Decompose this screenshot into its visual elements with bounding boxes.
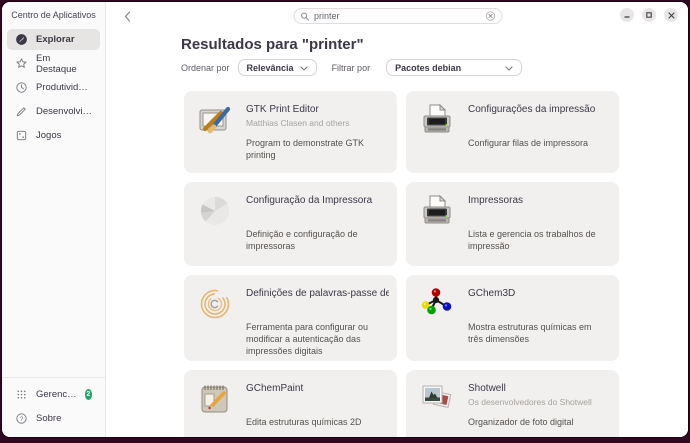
- filter-dropdown[interactable]: Pacotes debian: [386, 59, 523, 76]
- chevron-down-icon: [505, 63, 513, 73]
- app-title: Shotwell: [468, 383, 506, 394]
- sidebar-item-label: Em Destaque: [36, 52, 77, 75]
- sort-label: Ordenar por: [181, 62, 230, 73]
- pencil-icon: [15, 105, 28, 118]
- app-description: Definição e configuração de impressoras: [246, 229, 358, 252]
- sidebar-nav: Explorar Em Destaque Produtivid… Desenvo…: [7, 29, 100, 149]
- sort-value: Relevância: [246, 62, 294, 73]
- app-description: Edita estruturas químicas 2D: [246, 417, 362, 427]
- maximize-button[interactable]: [642, 8, 656, 22]
- sidebar-item-label: Gerenc…: [36, 389, 77, 400]
- app-card[interactable]: Shotwell Os desenvolvedores do Shotwell …: [406, 370, 619, 437]
- app-card[interactable]: Definições de palavras-passe de impres… …: [184, 275, 397, 361]
- pie-placeholder-icon: [197, 193, 233, 229]
- molecule-icon: [419, 286, 455, 322]
- window-controls: [620, 8, 678, 22]
- search-icon: [300, 12, 309, 21]
- app-window: Centro de Aplicativos Explorar Em Destaq…: [2, 2, 688, 437]
- sidebar-item-explore[interactable]: Explorar: [7, 29, 100, 50]
- app-description: Program to demonstrate GTK printing: [246, 138, 365, 161]
- sidebar-item-games[interactable]: Jogos: [7, 125, 100, 146]
- minimize-button[interactable]: [620, 8, 634, 22]
- page-title: Resultados para "printer": [181, 36, 364, 53]
- app-description: Lista e gerencia os trabalhos de impress…: [468, 229, 596, 252]
- app-developer: Matthias Clasen and others: [246, 118, 350, 128]
- app-description: Mostra estruturas químicas em três dimen…: [468, 322, 592, 345]
- back-button[interactable]: [119, 8, 135, 24]
- sidebar-item-label: Produtivid…: [36, 82, 88, 93]
- explore-icon: [15, 33, 28, 46]
- printer-icon: [419, 102, 455, 138]
- clear-search-icon[interactable]: [485, 11, 495, 21]
- sort-dropdown[interactable]: Relevância: [237, 59, 317, 76]
- sidebar-item-featured[interactable]: Em Destaque: [7, 52, 100, 75]
- app-title: Definições de palavras-passe de impres…: [246, 288, 389, 299]
- app-card[interactable]: Configuração da Impressora Definição e c…: [184, 182, 397, 266]
- fingerprint-icon: [197, 286, 233, 322]
- svg-text:?: ?: [20, 416, 24, 423]
- app-title: Centro de Aplicativos: [11, 10, 96, 20]
- app-card[interactable]: GChemPaint Edita estruturas químicas 2D: [184, 370, 397, 437]
- sidebar-item-label: Desenvolvi…: [36, 106, 92, 117]
- filter-label: Filtrar por: [331, 62, 371, 73]
- app-developer: Os desenvolvedores do Shotwell: [468, 397, 592, 407]
- grid-icon: [15, 388, 28, 401]
- printer-icon: [419, 193, 455, 229]
- sidebar-footer: Gerenc… 2 ? Sobre: [2, 377, 105, 437]
- app-title: GChem3D: [468, 288, 516, 299]
- main-pane: Resultados para "printer" Ordenar por Re…: [107, 2, 688, 437]
- print-editor-icon: [197, 102, 233, 138]
- app-card[interactable]: Impressoras Lista e gerencia os trabalho…: [406, 182, 619, 266]
- games-icon: [15, 129, 28, 142]
- sidebar-item-label: Jogos: [36, 130, 62, 141]
- close-button[interactable]: [664, 8, 678, 22]
- photos-icon: [419, 381, 455, 417]
- app-description: Ferramenta para configurar ou modificar …: [246, 322, 369, 357]
- app-description: Configurar filas de impressora: [468, 138, 589, 148]
- search-input[interactable]: [314, 11, 480, 21]
- sidebar-item-development[interactable]: Desenvolvi…: [7, 101, 100, 122]
- star-icon: [15, 57, 28, 70]
- help-icon: ?: [15, 412, 28, 425]
- app-title: GChemPaint: [246, 383, 304, 394]
- filter-value: Pacotes debian: [395, 62, 462, 73]
- sidebar-item-label: Sobre: [36, 413, 62, 424]
- search-bar[interactable]: [293, 8, 502, 24]
- app-title: Impressoras: [468, 195, 524, 206]
- sidebar-item-manage[interactable]: Gerenc… 2: [7, 384, 100, 405]
- app-title: Configuração da Impressora: [246, 195, 373, 206]
- sidebar-item-about[interactable]: ? Sobre: [7, 408, 100, 429]
- chevron-down-icon: [300, 63, 308, 73]
- results-grid: GTK Print Editor Matthias Clasen and oth…: [184, 91, 619, 437]
- update-count-badge: 2: [84, 389, 92, 400]
- app-title: GTK Print Editor: [246, 104, 319, 115]
- app-card[interactable]: Configurações da impressão Configurar fi…: [406, 91, 619, 173]
- sidebar: Centro de Aplicativos Explorar Em Destaq…: [2, 2, 106, 437]
- clock-icon: [15, 81, 28, 94]
- notepad-pencil-icon: [197, 381, 233, 417]
- app-card[interactable]: GTK Print Editor Matthias Clasen and oth…: [184, 91, 397, 173]
- results-controls: Ordenar por Relevância Filtrar por Pacot…: [181, 59, 523, 76]
- sidebar-item-label: Explorar: [36, 34, 75, 45]
- sidebar-item-productivity[interactable]: Produtivid…: [7, 77, 100, 98]
- app-card[interactable]: GChem3D Mostra estruturas químicas em tr…: [406, 275, 619, 361]
- app-description: Organizador de foto digital: [468, 417, 574, 427]
- app-title: Configurações da impressão: [468, 104, 596, 115]
